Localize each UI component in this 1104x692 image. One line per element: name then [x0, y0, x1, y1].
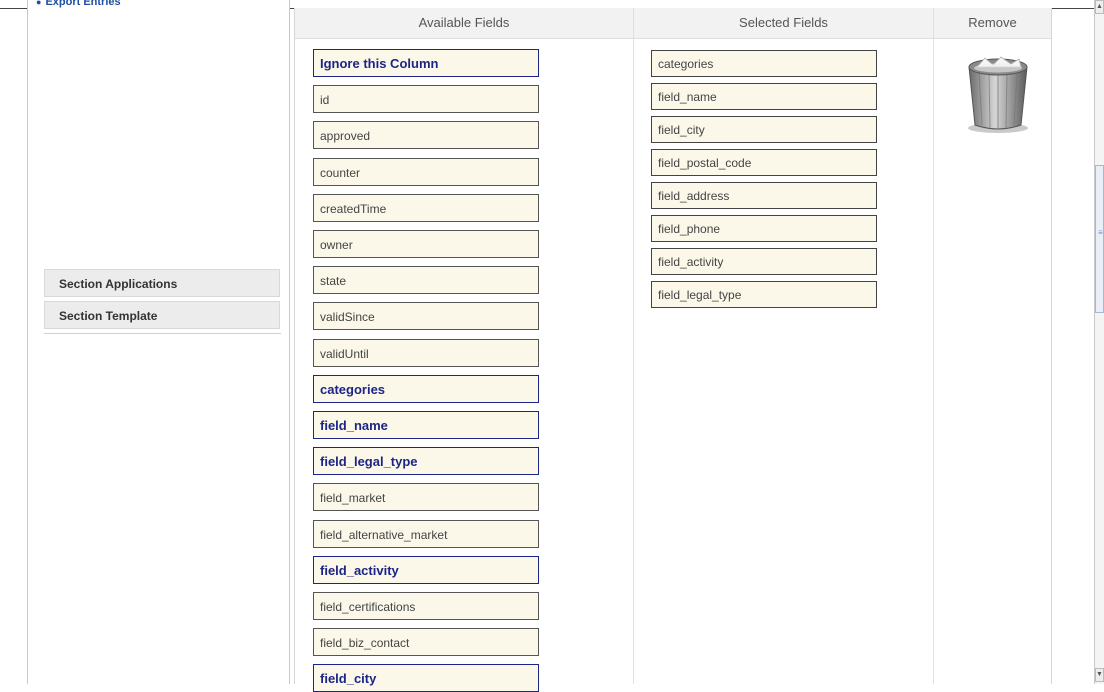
left-panel	[27, 0, 290, 684]
arrow-up-icon: ▲	[1096, 3, 1103, 10]
available-field-item[interactable]: createdTime	[313, 193, 539, 222]
table-header: Available Fields Selected Fields Remove	[295, 8, 1051, 39]
header-available-fields: Available Fields	[295, 8, 634, 38]
scroll-down-button[interactable]: ▼	[1095, 668, 1104, 682]
available-field-item[interactable]: field_legal_type	[313, 447, 539, 476]
available-field-item[interactable]: validSince	[313, 302, 539, 331]
arrow-down-icon: ▼	[1096, 671, 1103, 678]
available-field-item[interactable]: field_market	[313, 483, 539, 512]
available-field-item[interactable]: field_alternative_market	[313, 519, 539, 548]
field-mapping-table: Available Fields Selected Fields Remove …	[294, 8, 1052, 692]
available-field-item[interactable]: field_certifications	[313, 592, 539, 620]
available-field-item[interactable]: approved	[313, 121, 539, 150]
available-field-item[interactable]: id	[313, 85, 539, 114]
scroll-thumb[interactable]: ≡	[1095, 165, 1104, 313]
section-template[interactable]: Section Template	[44, 301, 280, 329]
available-field-item[interactable]: state	[313, 266, 539, 295]
column-divider	[933, 38, 934, 684]
section-applications[interactable]: Section Applications	[44, 269, 280, 297]
header-remove: Remove	[968, 15, 1017, 30]
section-template-label: Section Template	[59, 309, 158, 323]
header-selected-fields: Selected Fields	[634, 8, 934, 38]
section-divider	[44, 333, 281, 334]
available-field-item[interactable]: field_city	[313, 664, 539, 692]
column-divider	[633, 38, 634, 684]
selected-field-item[interactable]: field_postal_code	[651, 149, 877, 176]
section-applications-label: Section Applications	[59, 277, 178, 291]
selected-field-item[interactable]: field_name	[651, 83, 877, 110]
grip-icon: ≡	[1098, 228, 1103, 237]
available-field-item[interactable]: field_biz_contact	[313, 628, 539, 657]
selected-field-item[interactable]: field_legal_type	[651, 281, 877, 308]
trash-icon[interactable]	[965, 55, 1031, 135]
available-field-item[interactable]: Ignore this Column	[313, 49, 539, 77]
bullet-icon: ●	[36, 0, 42, 7]
selected-field-item[interactable]: field_city	[651, 116, 877, 143]
available-field-item[interactable]: counter	[313, 157, 539, 186]
selected-field-item[interactable]: field_activity	[651, 248, 877, 275]
selected-field-item[interactable]: field_phone	[651, 215, 877, 242]
available-field-item[interactable]: validUntil	[313, 338, 539, 367]
available-field-item[interactable]: owner	[313, 230, 539, 258]
available-field-item[interactable]: categories	[313, 374, 539, 403]
available-field-item[interactable]: field_name	[313, 411, 539, 439]
scroll-up-button[interactable]: ▲	[1095, 0, 1104, 14]
export-entries-link[interactable]: ● Export Entries	[36, 0, 121, 8]
selected-field-item[interactable]: field_address	[651, 182, 877, 209]
available-field-item[interactable]: field_activity	[313, 555, 539, 584]
export-entries-label: Export Entries	[45, 0, 121, 8]
page-scrollbar[interactable]	[1094, 0, 1104, 684]
selected-field-item[interactable]: categories	[651, 50, 877, 77]
